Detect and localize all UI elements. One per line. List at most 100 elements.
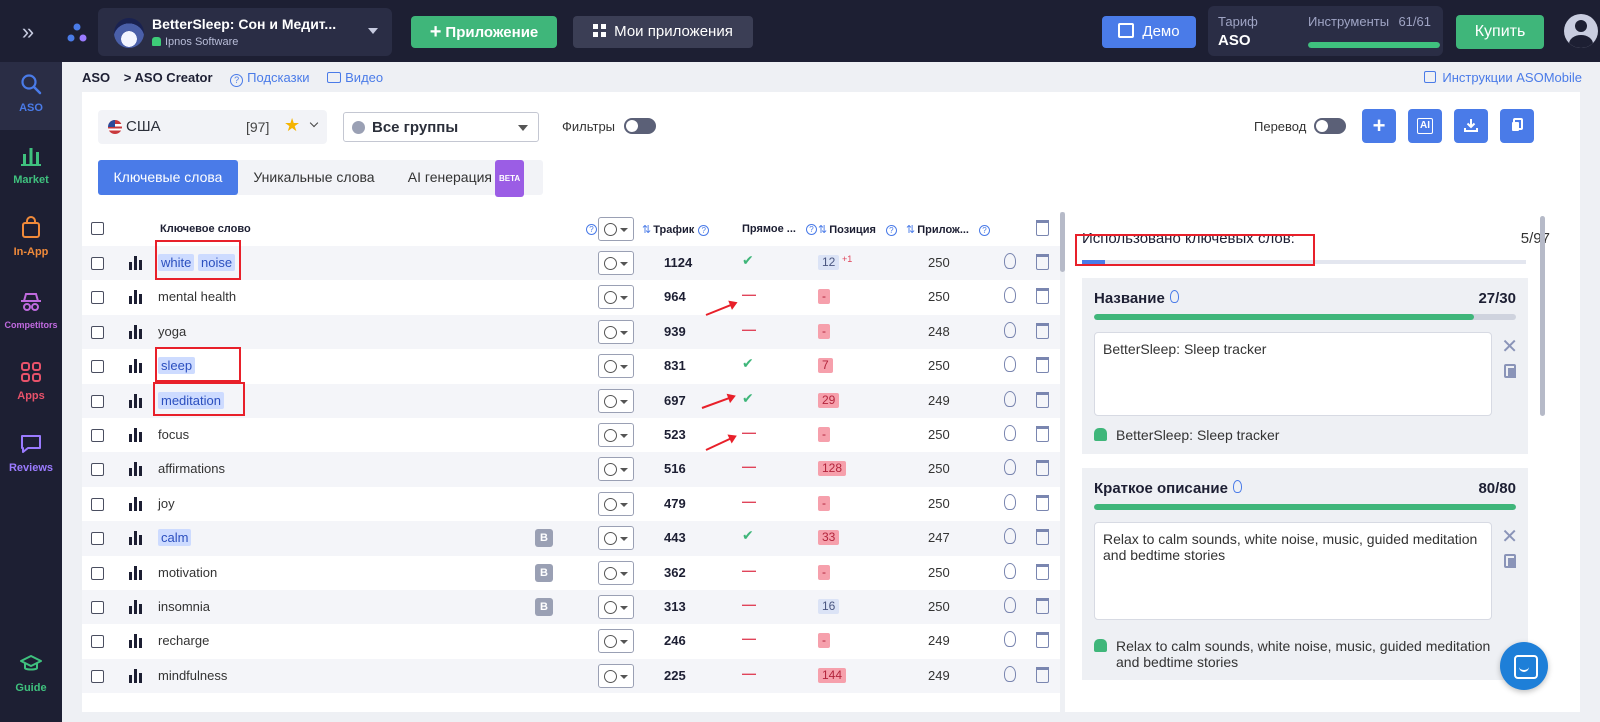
sidebar-item-market[interactable]: Market xyxy=(0,134,62,202)
bar-chart-icon[interactable] xyxy=(129,393,143,408)
tab-ai-generation[interactable]: AI генерация BETA xyxy=(394,160,538,197)
row-checkbox[interactable] xyxy=(91,394,104,408)
sidebar-item-guide[interactable]: Guide xyxy=(0,642,62,710)
translate-toggle[interactable] xyxy=(1314,118,1346,134)
question-icon[interactable]: ? xyxy=(582,223,597,235)
groups-select[interactable]: Все группы xyxy=(343,112,539,142)
trash-icon[interactable] xyxy=(1036,529,1049,546)
hints-link[interactable]: ? Подсказки xyxy=(230,70,310,87)
tab-keywords[interactable]: Ключевые слова xyxy=(98,160,238,195)
bar-chart-icon[interactable] xyxy=(129,600,143,614)
video-link[interactable]: Видео xyxy=(327,70,383,85)
copy-icon[interactable] xyxy=(1504,364,1516,378)
select-all-checkbox[interactable] xyxy=(91,222,104,235)
th-position[interactable]: ⇅ Позиция? xyxy=(818,223,897,236)
th-direct[interactable]: Прямое ...? xyxy=(742,223,817,235)
app-selector[interactable]: BetterSleep: Сон и Медит... Ipnos Softwa… xyxy=(98,8,392,56)
row-filter-select[interactable] xyxy=(598,388,634,413)
row-checkbox[interactable] xyxy=(91,360,104,374)
close-icon[interactable]: ✕ xyxy=(1501,524,1518,549)
bulb-icon[interactable] xyxy=(1004,631,1016,648)
row-checkbox[interactable] xyxy=(91,497,104,511)
sidebar-item-aso[interactable]: ASO xyxy=(0,62,62,130)
trash-icon[interactable] xyxy=(1036,563,1049,580)
bulb-icon[interactable] xyxy=(1004,390,1016,407)
table-row[interactable]: motivation B 362 — - 250 xyxy=(82,556,1062,590)
sidebar-item-apps[interactable]: Apps xyxy=(0,350,62,418)
bar-chart-icon[interactable] xyxy=(129,324,143,339)
row-filter-select[interactable] xyxy=(598,526,634,551)
trash-icon[interactable] xyxy=(1036,288,1049,305)
copy-icon[interactable] xyxy=(1504,554,1516,568)
demo-button[interactable]: Демо xyxy=(1102,16,1196,48)
sidebar-item-competitors[interactable]: Competitors xyxy=(0,280,62,348)
bar-chart-icon[interactable] xyxy=(129,565,143,580)
table-row[interactable]: affirmations 516 — 128 250 xyxy=(82,452,1062,487)
bar-chart-icon[interactable] xyxy=(129,462,143,477)
row-checkbox[interactable] xyxy=(91,566,104,580)
table-row[interactable]: focus 523 — - 250 xyxy=(82,418,1062,452)
avatar[interactable] xyxy=(1564,14,1598,48)
bar-chart-icon[interactable] xyxy=(129,290,143,305)
bulb-icon[interactable] xyxy=(1004,665,1016,682)
row-checkbox[interactable] xyxy=(91,635,104,649)
buy-button[interactable]: Купить xyxy=(1456,15,1544,49)
close-icon[interactable]: ✕ xyxy=(1501,334,1518,359)
table-row[interactable]: insomnia B 313 — 16 250 xyxy=(82,590,1062,625)
tab-unique-words[interactable]: Уникальные слова xyxy=(244,160,384,195)
th-apps[interactable]: ⇅ Прилож...? xyxy=(906,223,990,236)
bar-chart-icon[interactable] xyxy=(129,428,143,442)
add-app-button[interactable]: + Приложение xyxy=(411,16,557,48)
row-filter-select[interactable] xyxy=(598,560,634,585)
table-row[interactable]: mindfulness 225 — 144 249 xyxy=(82,658,1062,694)
row-checkbox[interactable] xyxy=(91,257,104,270)
bar-chart-icon[interactable] xyxy=(129,634,143,649)
row-filter-select[interactable] xyxy=(598,423,634,447)
th-keyword[interactable]: Ключевое слово xyxy=(160,223,251,235)
expand-sidebar-icon[interactable]: » xyxy=(14,18,42,46)
trash-icon[interactable] xyxy=(1036,632,1049,649)
breadcrumb-root[interactable]: ASO xyxy=(82,70,110,85)
table-row[interactable]: yoga 939 — - 248 xyxy=(82,314,1062,350)
bar-chart-icon[interactable] xyxy=(129,256,143,270)
instructions-link[interactable]: Инструкции ASOMobile xyxy=(1424,70,1582,85)
country-selector[interactable]: США [97] ★ xyxy=(98,110,327,144)
trash-icon[interactable] xyxy=(1036,426,1049,442)
trash-icon[interactable] xyxy=(1036,666,1049,683)
bulb-icon[interactable] xyxy=(1004,562,1016,579)
filters-toggle[interactable] xyxy=(624,118,656,134)
trash-icon[interactable] xyxy=(1036,322,1049,339)
bulb-icon[interactable] xyxy=(1004,287,1016,304)
my-apps-button[interactable]: Мои приложения xyxy=(573,16,753,48)
title-input[interactable]: BetterSleep: Sleep tracker xyxy=(1094,332,1492,416)
row-filter-select[interactable] xyxy=(598,354,634,379)
bar-chart-icon[interactable] xyxy=(129,496,143,511)
bulb-icon[interactable] xyxy=(1169,290,1179,303)
bulb-icon[interactable] xyxy=(1004,459,1016,476)
row-checkbox[interactable] xyxy=(91,325,104,339)
bulb-icon[interactable] xyxy=(1004,356,1016,373)
table-scrollbar[interactable] xyxy=(1060,212,1065,712)
header-filter-select[interactable] xyxy=(598,217,634,241)
trash-icon[interactable] xyxy=(1036,460,1049,477)
row-checkbox[interactable] xyxy=(91,601,104,614)
row-filter-select[interactable] xyxy=(598,457,634,482)
table-row[interactable]: joy 479 — - 250 xyxy=(82,487,1062,521)
row-checkbox[interactable] xyxy=(91,429,104,442)
bulb-icon[interactable] xyxy=(1004,528,1016,545)
row-filter-select[interactable] xyxy=(598,319,634,344)
bulb-icon[interactable] xyxy=(1004,253,1016,269)
sidebar-item-reviews[interactable]: Reviews xyxy=(0,422,62,490)
chat-widget-button[interactable] xyxy=(1500,642,1548,690)
trash-icon[interactable] xyxy=(1036,391,1049,408)
bar-chart-icon[interactable] xyxy=(129,668,143,683)
row-filter-select[interactable] xyxy=(598,491,634,516)
bulb-icon[interactable] xyxy=(1004,425,1016,441)
bulb-icon[interactable] xyxy=(1004,321,1016,338)
trash-icon[interactable] xyxy=(1036,598,1049,614)
row-filter-select[interactable] xyxy=(598,251,634,275)
row-filter-select[interactable] xyxy=(598,629,634,654)
row-filter-select[interactable] xyxy=(598,595,634,619)
row-filter-select[interactable] xyxy=(598,285,634,310)
bulb-icon[interactable] xyxy=(1004,493,1016,510)
